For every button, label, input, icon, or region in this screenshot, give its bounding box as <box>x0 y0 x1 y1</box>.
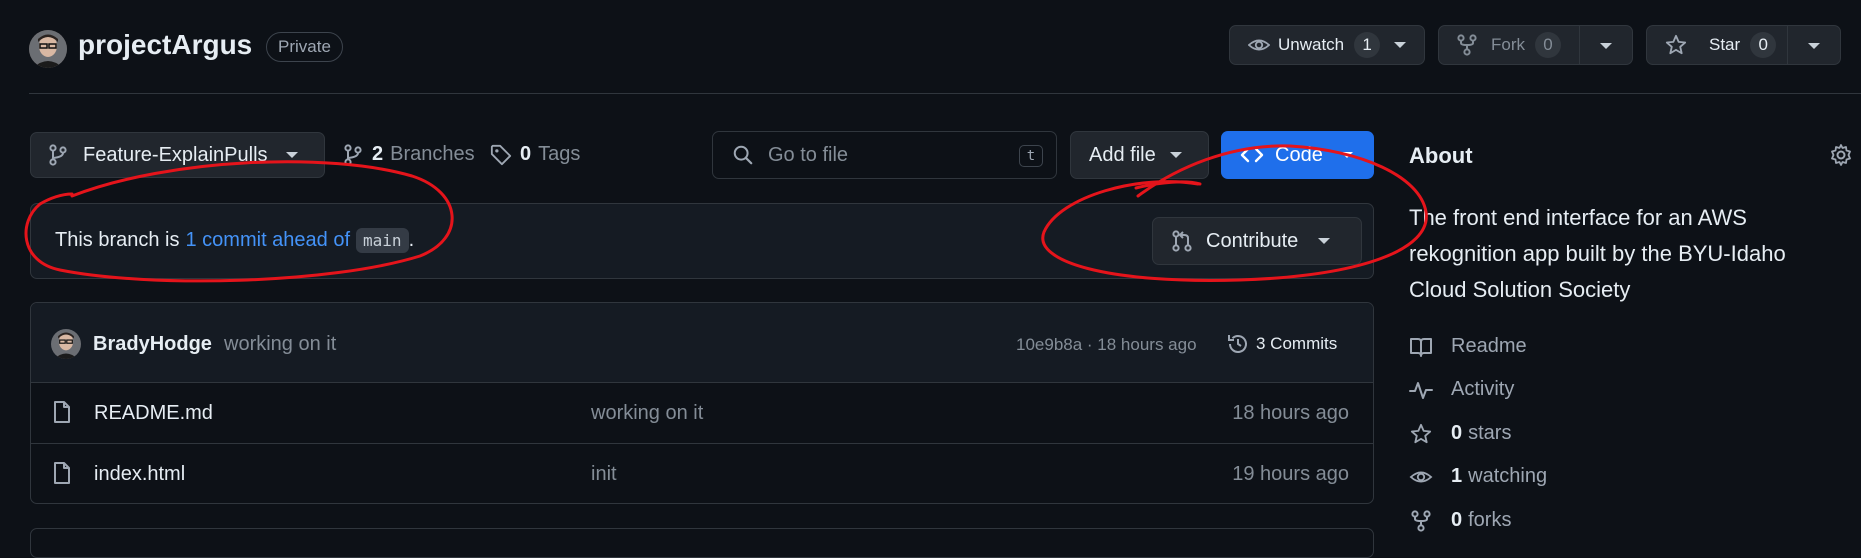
file-name[interactable]: README.md <box>94 402 213 425</box>
visibility-badge: Private <box>266 32 343 62</box>
chevron-down-icon[interactable] <box>1394 42 1407 48</box>
readme-panel-edge <box>30 528 1374 558</box>
search-icon <box>732 144 754 166</box>
avatar-image <box>29 30 67 68</box>
forks-label: forks <box>1468 509 1512 531</box>
pulse-icon <box>1409 379 1451 401</box>
branch-selector[interactable]: Feature-ExplainPulls <box>30 132 325 178</box>
chevron-down-icon <box>285 152 298 158</box>
file-commit-message[interactable]: working on it <box>591 402 703 425</box>
branch-name: Feature-ExplainPulls <box>83 143 268 166</box>
latest-commit-header: BradyHodge working on it 10e9b8a · 18 ho… <box>31 303 1373 382</box>
star-count: 0 <box>1750 32 1777 58</box>
fork-count: 0 <box>1535 32 1561 58</box>
branches-count: 2 <box>372 143 384 165</box>
tags-count: 0 <box>520 143 532 165</box>
file-row[interactable]: index.html init 19 hours ago <box>31 444 1373 503</box>
activity-link[interactable]: Activity <box>1409 378 1514 401</box>
author-avatar[interactable] <box>51 329 81 359</box>
owner-avatar[interactable] <box>29 30 67 68</box>
stars-count: 0 <box>1451 422 1463 444</box>
gear-icon[interactable] <box>1829 143 1853 167</box>
watching-label: watching <box>1468 465 1548 487</box>
book-icon <box>1409 336 1451 358</box>
watching-count: 1 <box>1451 465 1463 487</box>
star-button[interactable]: Star 0 <box>1646 25 1841 65</box>
fork-icon <box>1409 509 1451 532</box>
file-name[interactable]: index.html <box>94 463 185 486</box>
watching-link[interactable]: 1 watching <box>1409 465 1547 488</box>
readme-link[interactable]: Readme <box>1409 335 1527 358</box>
commits-history-link[interactable]: 3 Commits <box>1226 332 1337 356</box>
fork-label: Fork <box>1491 35 1525 54</box>
chevron-down-icon <box>1318 238 1331 244</box>
search-placeholder: Go to file <box>768 143 849 166</box>
file-commit-time: 19 hours ago <box>1232 463 1349 485</box>
git-branch-icon <box>49 144 67 166</box>
history-icon <box>1226 332 1250 356</box>
star-icon <box>1409 423 1451 445</box>
base-branch-chip[interactable]: main <box>356 228 409 253</box>
code-icon <box>1240 145 1264 165</box>
stars-label: stars <box>1468 422 1512 444</box>
activity-label: Activity <box>1451 378 1515 400</box>
star-icon <box>1665 34 1687 56</box>
repo-description: The front end interface for an AWS rekog… <box>1409 205 1786 302</box>
contribute-label: Contribute <box>1206 229 1299 252</box>
stars-link[interactable]: 0 stars <box>1409 422 1511 445</box>
git-pull-request-icon <box>1172 230 1192 252</box>
header-divider <box>29 93 1861 94</box>
tag-icon <box>490 144 512 166</box>
unwatch-label: Unwatch <box>1278 35 1345 54</box>
tags-label: Tags <box>538 143 581 165</box>
unwatch-button[interactable]: Unwatch 1 <box>1229 25 1425 65</box>
avatar-image <box>51 329 81 359</box>
watch-count: 1 <box>1354 32 1381 58</box>
branch-status-banner: This branch is 1 commit ahead of main . … <box>30 203 1374 279</box>
star-dropdown-icon[interactable] <box>1808 43 1820 49</box>
eye-icon <box>1409 466 1451 488</box>
fork-button[interactable]: Fork 0 <box>1438 25 1633 65</box>
readme-label: Readme <box>1451 335 1527 357</box>
go-to-file-input[interactable]: Go to file t <box>712 131 1057 179</box>
file-row[interactable]: README.md working on it 18 hours ago <box>31 383 1373 443</box>
code-label: Code <box>1275 143 1323 166</box>
about-heading: About <box>1409 143 1473 168</box>
branches-link[interactable]: 2 Branches <box>344 143 475 166</box>
commit-author[interactable]: BradyHodge <box>93 333 212 356</box>
repo-name[interactable]: projectArgus <box>78 29 252 61</box>
file-commit-time: 18 hours ago <box>1232 402 1349 424</box>
forks-count: 0 <box>1451 509 1463 531</box>
commits-ahead-link[interactable]: 1 commit ahead of <box>186 229 351 252</box>
banner-suffix: . <box>408 229 415 251</box>
branches-label: Branches <box>390 143 475 165</box>
add-file-button[interactable]: Add file <box>1070 131 1209 179</box>
keyboard-shortcut-hint: t <box>1019 145 1043 167</box>
file-icon <box>53 461 71 485</box>
code-button[interactable]: Code <box>1221 131 1374 179</box>
contribute-button[interactable]: Contribute <box>1152 217 1362 265</box>
file-commit-message[interactable]: init <box>591 463 617 486</box>
eye-icon <box>1248 34 1270 56</box>
add-file-label: Add file <box>1089 143 1156 166</box>
chevron-down-icon <box>1169 152 1182 158</box>
commit-hash-time[interactable]: 10e9b8a · 18 hours ago <box>1016 335 1197 355</box>
file-icon <box>53 400 71 424</box>
chevron-down-icon <box>1340 152 1353 158</box>
commit-message[interactable]: working on it <box>224 333 336 356</box>
file-listing: BradyHodge working on it 10e9b8a · 18 ho… <box>30 302 1374 504</box>
fork-dropdown-icon[interactable] <box>1600 43 1612 49</box>
fork-icon <box>1457 34 1477 56</box>
tags-link[interactable]: 0 Tags <box>490 143 580 166</box>
star-label: Star <box>1709 35 1741 54</box>
git-branch-icon <box>344 143 362 166</box>
commits-label: 3 Commits <box>1256 334 1338 353</box>
forks-link[interactable]: 0 forks <box>1409 509 1511 532</box>
banner-prefix: This branch is <box>55 229 180 251</box>
